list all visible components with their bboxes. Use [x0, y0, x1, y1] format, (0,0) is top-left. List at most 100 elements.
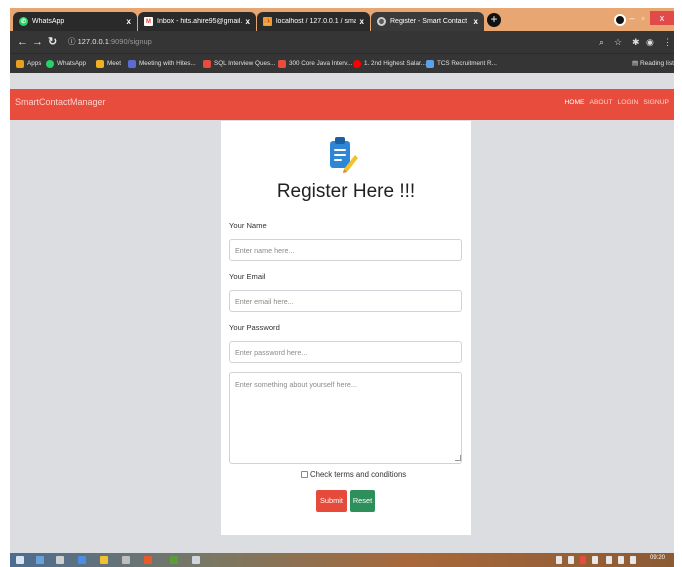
reading-list[interactable]: ▤ Reading list — [632, 57, 674, 71]
windows-start-icon[interactable] — [16, 556, 24, 564]
bookmark-icon — [203, 60, 211, 68]
bookmark-icon — [426, 60, 434, 68]
nav-signup[interactable]: SIGNUP — [643, 99, 669, 106]
whatsapp-icon: ✆ — [19, 17, 28, 26]
youtube-icon — [353, 60, 361, 68]
resize-handle[interactable] — [455, 455, 461, 461]
reload-icon[interactable]: ↻ — [48, 34, 57, 50]
forward-arrow-icon[interactable]: → — [32, 34, 43, 50]
password-label: Your Password — [229, 323, 280, 332]
nav-links: HOME ABOUT LOGIN SIGNUP — [559, 99, 669, 106]
globe-icon: ◍ — [377, 17, 386, 26]
page-title: Register Here !!! — [276, 181, 416, 202]
reset-button[interactable]: Reset — [350, 490, 375, 512]
tab-label: Register - Smart Contact — [390, 18, 468, 25]
bookmark-teams[interactable]: Meeting with Hites... — [128, 57, 196, 71]
new-tab-button[interactable]: + — [487, 13, 501, 27]
teams-icon — [128, 60, 136, 68]
bookmark-sql[interactable]: SQL Interview Ques... — [203, 57, 275, 71]
avatar[interactable]: ◉ — [646, 35, 654, 49]
app-navbar: SmartContactManager HOME ABOUT LOGIN SIG… — [10, 89, 674, 120]
battery-icon[interactable] — [618, 556, 624, 564]
app-icon[interactable] — [192, 556, 200, 564]
bookmark-icon — [278, 60, 286, 68]
close-icon[interactable]: x — [360, 17, 364, 26]
bookmark-whatsapp[interactable]: WhatsApp — [46, 57, 86, 71]
chrome-icon[interactable] — [170, 556, 178, 564]
nav-login[interactable]: LOGIN — [618, 99, 639, 106]
email-label: Your Email — [229, 272, 266, 281]
bookmark-label: Meeting with Hites... — [139, 60, 196, 67]
url-field[interactable]: ⓘ 127.0.0.1:9090/signup — [68, 35, 588, 49]
tray-icon[interactable] — [568, 556, 574, 564]
gmail-icon: M — [144, 17, 153, 26]
maximize-button[interactable]: ▫ — [638, 11, 648, 25]
close-icon[interactable]: x — [246, 17, 250, 26]
screen: ✆ WhatsApp x M Inbox - hits.ahire95@gmai… — [10, 8, 674, 567]
bookmark-apps[interactable]: Apps — [16, 57, 41, 71]
search-icon[interactable] — [36, 556, 44, 564]
window-close-button[interactable]: x — [650, 11, 674, 25]
about-textarea[interactable] — [229, 372, 462, 464]
tab-gmail[interactable]: M Inbox - hits.ahire95@gmail.com x — [138, 12, 256, 31]
clipboard-pencil-icon — [330, 137, 358, 173]
star-icon[interactable]: ☆ — [614, 35, 622, 49]
register-card: Register Here !!! Your Name Your Email Y… — [221, 121, 471, 535]
tray-icon[interactable] — [556, 556, 562, 564]
close-icon[interactable]: x — [474, 17, 478, 26]
info-icon[interactable]: ⓘ — [68, 37, 76, 46]
whatsapp-icon — [46, 60, 54, 68]
bookmark-label: 1. 2nd Highest Salar... — [364, 60, 426, 67]
bookmark-label: SQL Interview Ques... — [214, 60, 276, 67]
tab-phpmyadmin[interactable]: ⛵ localhost / 127.0.0.1 / smartcont x — [257, 12, 370, 31]
menu-icon[interactable]: ⋮ — [663, 35, 672, 49]
bookmark-label: TCS Recruitment R... — [437, 60, 497, 67]
email-input[interactable] — [229, 290, 462, 312]
nav-home[interactable]: HOME — [564, 99, 584, 106]
bookmark-label: Meet — [107, 60, 121, 67]
bookmark-youtube[interactable]: 1. 2nd Highest Salar... — [353, 57, 426, 71]
app-icon[interactable] — [122, 556, 130, 564]
back-arrow-icon[interactable]: ← — [17, 34, 28, 50]
password-input[interactable] — [229, 341, 462, 363]
tab-label: WhatsApp — [32, 18, 65, 25]
wifi-icon[interactable] — [606, 556, 612, 564]
clock[interactable]: 09:20 — [650, 555, 665, 561]
terms-checkbox[interactable] — [301, 471, 308, 478]
bookmark-label: Apps — [27, 60, 42, 67]
bookmark-label: 300 Core Java Interv... — [289, 60, 353, 67]
terms-label: Check terms and conditions — [310, 470, 407, 479]
bookmark-java[interactable]: 300 Core Java Interv... — [278, 57, 352, 71]
submit-button[interactable]: Submit — [316, 490, 347, 512]
bookmark-meet[interactable]: Meet — [96, 57, 121, 71]
close-icon[interactable]: x — [127, 17, 131, 26]
name-label: Your Name — [229, 221, 267, 230]
task-view-icon[interactable] — [56, 556, 64, 564]
zoom-icon[interactable]: ⌕ — [599, 35, 604, 49]
brand-link[interactable]: SmartContactManager — [15, 97, 106, 107]
reading-list-icon: ▤ — [632, 60, 640, 67]
edge-icon[interactable] — [78, 556, 86, 564]
minimize-button[interactable]: – — [627, 11, 637, 25]
name-input[interactable] — [229, 239, 462, 261]
tab-register[interactable]: ◍ Register - Smart Contact x — [371, 12, 484, 31]
bookmark-tcs[interactable]: TCS Recruitment R... — [426, 57, 497, 71]
tab-label: localhost / 127.0.0.1 / smartcont — [276, 18, 356, 25]
tray-icon[interactable] — [592, 556, 598, 564]
taskbar: 09:20 — [10, 553, 674, 567]
tab-label: Inbox - hits.ahire95@gmail.com — [157, 18, 242, 25]
firefox-icon[interactable] — [144, 556, 152, 564]
apps-grid-icon — [16, 60, 24, 68]
profile-icon[interactable] — [614, 14, 626, 26]
meet-icon — [96, 60, 104, 68]
extensions-icon[interactable]: ✱ — [632, 35, 640, 49]
tab-strip: ✆ WhatsApp x M Inbox - hits.ahire95@gmai… — [10, 8, 674, 31]
url-path: :9090/signup — [108, 37, 152, 46]
nav-about[interactable]: ABOUT — [590, 99, 613, 106]
tab-whatsapp[interactable]: ✆ WhatsApp x — [13, 12, 137, 31]
volume-icon[interactable] — [630, 556, 636, 564]
tray-icon[interactable] — [580, 556, 586, 564]
bookmarks-bar: Apps WhatsApp Meet Meeting with Hites...… — [10, 53, 674, 73]
file-explorer-icon[interactable] — [100, 556, 108, 564]
address-bar: ← → ↻ ⓘ 127.0.0.1:9090/signup ⌕ ☆ ✱ ◉ ⋮ — [10, 31, 674, 53]
